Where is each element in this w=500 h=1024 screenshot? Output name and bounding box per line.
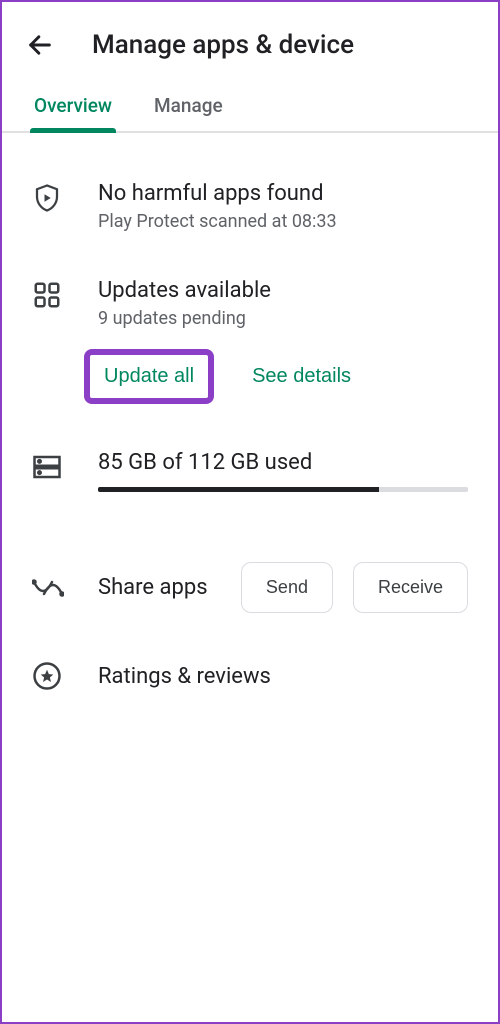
update-all-highlight: Update all — [84, 349, 214, 404]
page-title: Manage apps & device — [92, 30, 354, 60]
ratings-row[interactable]: Ratings & reviews — [32, 661, 468, 691]
share-title: Share apps — [98, 575, 241, 600]
storage-progress — [98, 487, 468, 492]
storage-icon — [32, 452, 62, 482]
updates-subtitle: 9 updates pending — [98, 308, 468, 329]
updates-row: Updates available 9 updates pending Upda… — [32, 278, 468, 404]
tabs: Overview Manage — [2, 84, 498, 133]
receive-button[interactable]: Receive — [353, 562, 468, 613]
share-row: Share apps Send Receive — [32, 562, 468, 613]
back-arrow-icon[interactable] — [26, 31, 54, 59]
updates-title: Updates available — [98, 278, 468, 303]
header: Manage apps & device — [2, 2, 498, 84]
apps-grid-icon — [32, 280, 62, 310]
see-details-button[interactable]: See details — [252, 365, 351, 388]
storage-row[interactable]: 85 GB of 112 GB used — [32, 450, 468, 492]
play-protect-row[interactable]: No harmful apps found Play Protect scann… — [32, 181, 468, 232]
update-all-button[interactable]: Update all — [104, 365, 194, 388]
shield-icon — [32, 183, 62, 213]
star-circle-icon — [32, 661, 62, 691]
protect-subtitle: Play Protect scanned at 08:33 — [98, 211, 468, 232]
content: No harmful apps found Play Protect scann… — [2, 133, 498, 691]
share-icon — [32, 576, 64, 600]
tab-overview[interactable]: Overview — [32, 84, 114, 131]
storage-progress-fill — [98, 487, 379, 492]
storage-text: 85 GB of 112 GB used — [98, 450, 468, 475]
tab-manage[interactable]: Manage — [152, 84, 225, 131]
protect-title: No harmful apps found — [98, 181, 468, 206]
ratings-title: Ratings & reviews — [98, 664, 271, 689]
send-button[interactable]: Send — [241, 562, 333, 613]
